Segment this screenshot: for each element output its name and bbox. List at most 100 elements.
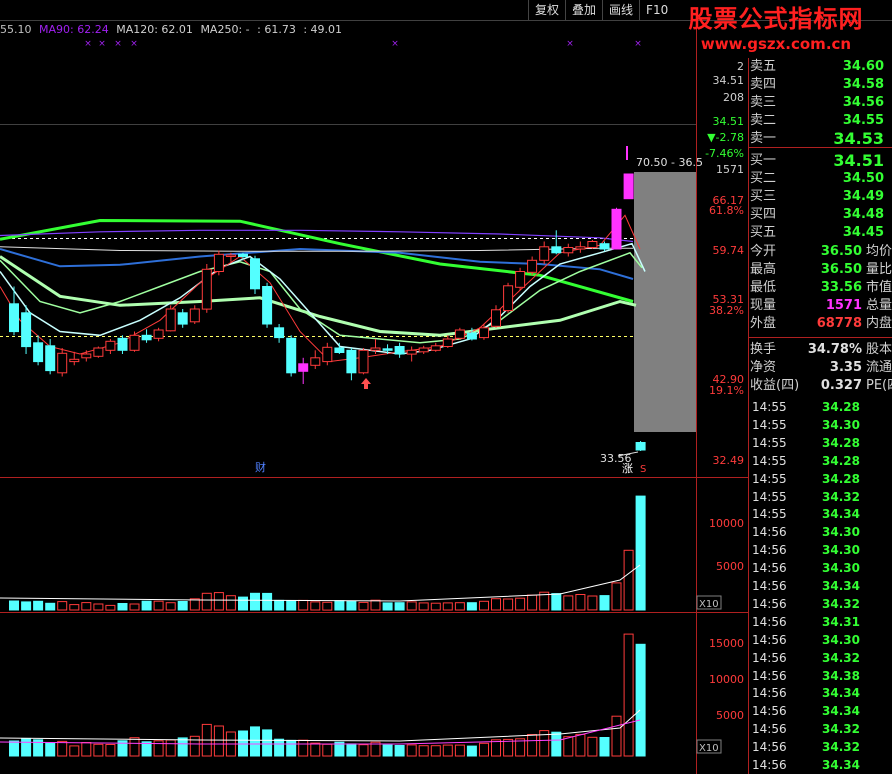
order-book-row[interactable]: 卖一 34.53 [748,130,892,148]
volume1-bar [225,595,236,611]
candle [262,286,273,325]
volume2-bar [346,743,357,757]
tick-time: 14:55 [752,435,787,450]
order-book-row[interactable]: 卖四 34.58 [748,76,892,94]
volume1-bar [454,602,465,611]
tick-time: 14:56 [752,632,787,647]
volume1-bar [274,599,285,611]
tick-row[interactable]: 14:56 34.30 [750,631,892,649]
tick-price: 34.32 [822,722,860,737]
volume1-bar [623,549,634,611]
volume2-bar [274,738,285,757]
tick-row[interactable]: 14:55 34.30 [750,416,892,434]
volume2-bar [93,743,104,757]
tick-row[interactable]: 14:56 34.32 [750,649,892,667]
quote-stat-value: 0.327 [820,378,862,393]
order-level-label: 卖四 [750,77,777,92]
tick-time: 14:56 [752,525,787,540]
volume2-bar [310,742,321,757]
signal-cross-icon: × [84,39,92,49]
tick-time: 14:55 [752,507,787,522]
candle [587,241,598,248]
tick-row[interactable]: 14:56 34.34 [750,577,892,595]
tick-row[interactable]: 14:56 34.32 [750,720,892,738]
volume1-bar [165,602,176,611]
quote-stat-row: 收益(四) 0.327 PE(四 [748,377,892,395]
candle [9,303,19,333]
tick-row[interactable]: 14:55 34.28 [750,452,892,470]
chart-toolbar: 复权 叠加 画线 F10 [528,0,674,20]
site-logo-url: www.gszx.com.cn [700,35,852,53]
order-book-row[interactable]: 买一 34.51 [748,152,892,170]
quote-stat-right-label: 内盘 [866,316,892,331]
tick-row[interactable]: 14:56 34.32 [750,738,892,756]
tick-row[interactable]: 14:56 34.30 [750,523,892,541]
candle [491,309,501,327]
draw-line-button[interactable]: 画线 [602,0,639,20]
volume2-bar [611,715,622,757]
tick-row[interactable]: 14:56 34.32 [750,595,892,613]
order-book-row[interactable]: 买四 34.48 [748,206,892,224]
volume1-bar [527,594,538,611]
tick-row[interactable]: 14:56 34.34 [750,684,892,702]
candle [334,347,345,353]
volume1-axis-label: 5000 [716,560,744,573]
signal-cross-icon: × [130,39,138,49]
order-book-row[interactable]: 买三 34.49 [748,188,892,206]
tick-row[interactable]: 14:56 34.30 [750,559,892,577]
signal-cross-icon: × [391,39,399,49]
order-book-row[interactable]: 卖五 34.60 [748,58,892,76]
order-book-row[interactable]: 卖二 34.55 [748,112,892,130]
order-book-row[interactable]: 买二 34.50 [748,170,892,188]
volume2-bar [45,742,56,757]
volume1-bar [551,593,562,611]
volume1-bar [81,602,92,611]
order-book-row[interactable]: 卖三 34.56 [748,94,892,112]
candle [430,345,441,351]
quote-stat-label: 最高 [750,262,777,277]
candle [165,308,176,332]
volume1-bar [346,600,357,611]
tick-row[interactable]: 14:55 34.28 [750,398,892,416]
tick-row[interactable]: 14:56 34.34 [750,756,892,774]
volume1-bar [189,598,200,611]
quote-stat-label: 外盘 [750,316,777,331]
volume1-bar [45,602,56,611]
tick-row[interactable]: 14:56 34.38 [750,667,892,685]
volume1-bar [635,495,646,611]
price-axis-label: 208 [723,91,744,104]
tick-row[interactable]: 14:55 34.28 [750,470,892,488]
candle [527,259,538,273]
ma90-value: MA90: 62.24 [39,23,109,36]
tick-row[interactable]: 14:56 34.30 [750,541,892,559]
tick-price: 34.34 [822,758,860,772]
tick-price: 34.34 [822,507,860,522]
order-level-price: 34.53 [833,129,884,148]
tick-price: 34.28 [822,453,860,468]
restore-rights-button[interactable]: 复权 [528,0,565,20]
volume1-bar [141,600,152,611]
tick-row[interactable]: 14:55 34.32 [750,488,892,506]
tick-row[interactable]: 14:55 34.34 [750,505,892,523]
tick-price: 34.34 [822,704,860,719]
overlay-button[interactable]: 叠加 [565,0,602,20]
tick-time: 14:55 [752,400,787,414]
tick-row[interactable]: 14:56 34.31 [750,613,892,631]
candle [33,342,44,363]
tick-price: 34.34 [822,686,860,701]
tick-row[interactable]: 14:56 34.34 [750,702,892,720]
order-level-price: 34.45 [842,225,884,240]
volume2-bar [587,736,598,757]
volume2-bar [382,744,393,757]
volume1-bar [611,582,622,611]
order-book-row[interactable]: 买五 34.45 [748,224,892,242]
tick-time: 14:56 [752,668,787,683]
volume1-bar [177,601,188,611]
candle [358,349,369,374]
quote-stat-right-label: PE(四 [866,378,892,393]
tick-row[interactable]: 14:55 34.28 [750,434,892,452]
tick-price: 34.30 [822,543,860,558]
candle [466,332,477,340]
volume2-bar [322,743,333,757]
quote-stat-value: 34.78% [807,342,862,357]
